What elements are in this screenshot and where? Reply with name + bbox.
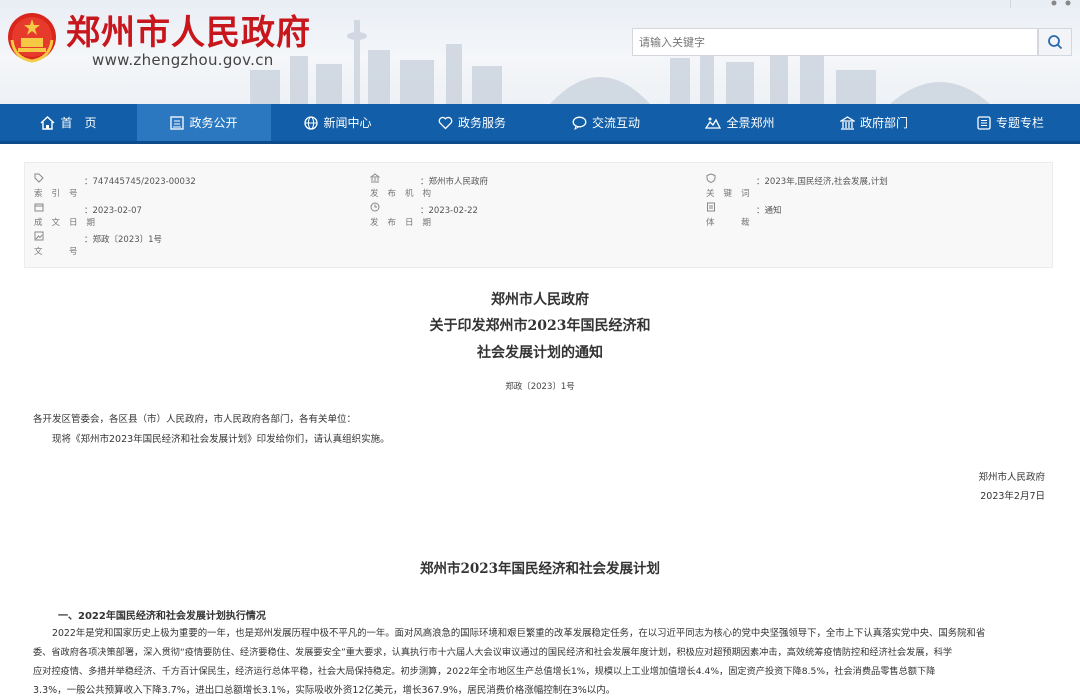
nav-interaction[interactable]: 交流互动: [539, 104, 673, 141]
signature-date: 2023年2月7日: [980, 491, 1045, 502]
panorama-icon: [705, 117, 722, 129]
notice-body: 现将《郑州市2023年国民经济和社会发展计划》印发给你们，请认真组织实施。: [52, 434, 390, 445]
tag-icon: [34, 173, 44, 183]
nav-special-topics-label: 专题专栏: [995, 116, 1044, 130]
shield-icon: [706, 173, 716, 183]
document-meta-panel: 索引号 ：747445745/2023-00032 发布机构 ：郑州市人民政府 …: [24, 162, 1053, 268]
section-heading: 一、2022年国民经济和社会发展计划执行情况: [58, 611, 266, 622]
nav-home[interactable]: 首 页: [0, 104, 137, 141]
paragraph-line-3: 应对控疫情、多措并举稳经济、千方百计保民生，经济运行总体平稳，社会大局保持稳定。…: [33, 666, 936, 677]
paragraph-line-2: 委、省政府各项决策部署，深入贯彻“疫情要防住、经济要稳住、发展要安全”重大要求，…: [33, 647, 953, 658]
plan-title: 郑州市2023年国民经济和社会发展计划: [419, 561, 661, 577]
meta-docno-value: ：郑政〔2023〕1号: [84, 235, 163, 245]
nav-news-center[interactable]: 新闻中心: [271, 104, 405, 141]
document-number: 郑政〔2023〕1号: [505, 382, 575, 392]
site-header: 郑州市人民政府 www.zhengzhou.gov.cn: [0, 0, 1080, 104]
institution-icon: [370, 173, 380, 183]
building-icon: [839, 115, 855, 130]
chat-icon: [572, 116, 587, 130]
document-icon: [170, 115, 185, 130]
meta-index-value: ：747445745/2023-00032: [84, 177, 196, 187]
salutation: 各开发区管委会，各区县（市）人民政府，市人民政府各部门，各有关单位：: [33, 414, 357, 425]
signature: 郑州市人民政府: [978, 472, 1045, 483]
nav-panorama-label: 全景郑州: [726, 116, 775, 130]
globe-icon: [304, 115, 319, 130]
column-icon: [977, 115, 991, 130]
search-box: [632, 28, 1038, 56]
meta-published-value: ：2023-02-22: [420, 206, 478, 216]
main-nav: 首 页 政务公开 新闻中心 政务服务 交流互动 全景郑州 政府部门 专题专栏: [0, 104, 1080, 144]
nav-news-center-label: 新闻中心: [323, 116, 372, 130]
search-input[interactable]: [639, 33, 1029, 51]
nav-government-affairs-label: 政务公开: [189, 116, 238, 130]
file-icon: [707, 202, 715, 212]
meta-created-label: 成文日期: [34, 218, 105, 228]
meta-docno-label: 文 号: [34, 247, 87, 257]
calendar-icon: [34, 203, 44, 212]
meta-published-label: 发布日期: [370, 218, 441, 228]
clock-icon: [370, 202, 380, 212]
accessibility-icons[interactable]: [1010, 0, 1080, 8]
nav-panorama[interactable]: 全景郑州: [673, 104, 807, 141]
national-emblem-icon: [8, 13, 56, 63]
document-title-line-2: 关于印发郑州市2023年国民经济和: [429, 318, 651, 334]
document-title-line-1: 郑州市人民政府: [491, 292, 589, 308]
nav-departments-label: 政府部门: [859, 116, 908, 130]
search-icon: [1048, 35, 1063, 50]
heart-icon: [438, 116, 453, 129]
search-button[interactable]: [1038, 28, 1072, 56]
home-icon: [41, 115, 55, 130]
meta-publisher-label: 发布机构: [370, 189, 441, 199]
site-url: www.zhengzhou.gov.cn: [92, 51, 274, 69]
nav-interaction-label: 交流互动: [591, 116, 640, 130]
meta-publisher-value: ：郑州市人民政府: [420, 177, 489, 187]
nav-special-topics[interactable]: 专题专栏: [941, 104, 1080, 141]
nav-government-services-label: 政务服务: [457, 116, 506, 130]
meta-created-value: ：2023-02-07: [84, 206, 142, 216]
picture-icon: [34, 231, 44, 241]
meta-keywords-label: 关键词: [706, 189, 759, 199]
meta-genre-value: ：通知: [756, 206, 782, 216]
nav-government-affairs[interactable]: 政务公开: [137, 104, 271, 141]
meta-keywords-value: ：2023年,国民经济,社会发展,计划: [756, 177, 888, 187]
document-title-line-3: 社会发展计划的通知: [477, 345, 603, 361]
paragraph-line-1: 2022年是党和国家历史上极为重要的一年，也是郑州发展历程中极不平凡的一年。面对…: [52, 628, 986, 639]
paragraph-line-4: 3.3%，一般公共预算收入下降3.7%，进出口总额增长3.1%，实际吸收外资12…: [33, 685, 616, 696]
meta-genre-label: 体 裁: [706, 218, 759, 228]
nav-departments[interactable]: 政府部门: [807, 104, 941, 141]
nav-home-label: 首 页: [60, 116, 97, 130]
nav-government-services[interactable]: 政务服务: [405, 104, 539, 141]
meta-index-label: 索引号: [34, 189, 87, 199]
